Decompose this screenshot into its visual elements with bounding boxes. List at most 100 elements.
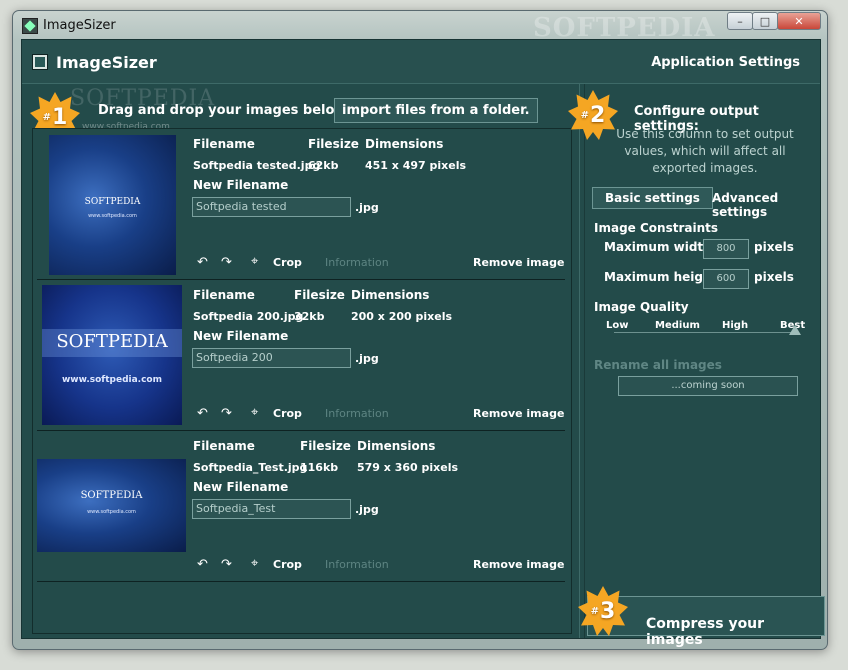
close-button[interactable]: ✕ <box>777 12 821 30</box>
quality-slider-track[interactable] <box>614 332 796 333</box>
maximize-button[interactable]: □ <box>752 12 778 30</box>
step-2-hash: # <box>580 109 590 121</box>
max-width-label: Maximum width <box>604 240 712 254</box>
rename-all-input[interactable]: ...coming soon <box>618 376 798 396</box>
image-item: SOFTPEDIA www.softpedia.com Filename Fil… <box>37 129 565 280</box>
filename-label: Filename <box>193 137 255 151</box>
filesize-value: 116kb <box>300 461 339 474</box>
new-filename-input[interactable]: Softpedia_Test <box>192 499 351 519</box>
step-1-hash: # <box>42 111 52 123</box>
rename-all-label: Rename all images <box>594 358 722 372</box>
step-3-number: 3 <box>600 598 616 624</box>
window: ImageSizer SOFTPEDIA – □ ✕ ImageSizer Ap… <box>12 10 828 650</box>
image-thumbnail: SOFTPEDIA www.softpedia.com <box>49 135 176 275</box>
step-1-number: 1 <box>52 104 68 130</box>
rotate-right-icon[interactable]: ↷ <box>221 557 232 572</box>
filesize-value: 62kb <box>308 159 339 172</box>
crop-button[interactable]: Crop <box>273 407 302 420</box>
rotate-left-icon[interactable]: ↶ <box>197 255 208 270</box>
new-filename-label: New Filename <box>193 329 289 343</box>
filename-value: Softpedia tested.jpg <box>193 159 321 172</box>
crop-button[interactable]: Crop <box>273 256 302 269</box>
thumbnail-url: www.softpedia.com <box>88 213 137 219</box>
thumbnail-logo: SOFTPEDIA <box>80 490 143 501</box>
step-1-instruction: Drag and drop your images below, or <box>98 103 371 118</box>
tab-advanced-settings[interactable]: Advanced settings <box>712 191 820 219</box>
filename-label: Filename <box>193 439 255 453</box>
filename-label: Filename <box>193 288 255 302</box>
filename-value: Softpedia 200.jpg <box>193 310 304 323</box>
step-2-description: Use this column to set output values, wh… <box>616 127 794 175</box>
window-controls: – □ ✕ <box>727 12 821 30</box>
window-title: ImageSizer <box>43 18 116 33</box>
new-filename-input[interactable]: Softpedia 200 <box>192 348 351 368</box>
image-item: SOFTPEDIA www.softpedia.com Filename Fil… <box>37 431 565 582</box>
dimensions-label: Dimensions <box>365 137 444 151</box>
dimensions-value: 200 x 200 pixels <box>351 310 453 323</box>
quality-medium-label: Medium <box>655 320 700 331</box>
rotate-left-icon[interactable]: ↶ <box>197 406 208 421</box>
max-height-input[interactable]: 600 <box>703 269 749 289</box>
application-settings-link[interactable]: Application Settings <box>651 55 800 70</box>
dimensions-value: 579 x 360 pixels <box>357 461 459 474</box>
app-panel: ImageSizer Application Settings SOFTPEDI… <box>21 39 825 648</box>
dimensions-value: 451 x 497 pixels <box>365 159 467 172</box>
information-button[interactable]: Information <box>325 256 389 269</box>
app-title: ImageSizer <box>56 53 157 72</box>
image-list[interactable]: SOFTPEDIA www.softpedia.com Filename Fil… <box>32 128 572 634</box>
file-extension: .jpg <box>355 201 379 214</box>
thumbnail-logo: SOFTPEDIA <box>84 197 141 207</box>
rotate-right-icon[interactable]: ↷ <box>221 406 232 421</box>
crop-button[interactable]: Crop <box>273 558 302 571</box>
filesize-value: 32kb <box>294 310 325 323</box>
dimensions-label: Dimensions <box>351 288 430 302</box>
compress-button-label[interactable]: Compress your images <box>646 616 820 648</box>
step-2-number: 2 <box>590 102 606 128</box>
import-folder-button[interactable]: import files from a folder. <box>334 98 538 123</box>
column-divider-shadow <box>584 84 585 638</box>
new-filename-input[interactable]: Softpedia tested <box>192 197 351 217</box>
quality-slider-thumb[interactable] <box>789 325 801 335</box>
app-window-icon <box>22 18 38 34</box>
information-button[interactable]: Information <box>325 558 389 571</box>
max-width-input[interactable]: 800 <box>703 239 749 259</box>
quality-low-label: Low <box>606 320 629 331</box>
file-extension: .jpg <box>355 352 379 365</box>
max-height-unit: pixels <box>754 270 794 284</box>
image-item: SOFTPEDIA www.softpedia.com Filename Fil… <box>37 280 565 431</box>
remove-image-button[interactable]: Remove image <box>473 558 564 571</box>
image-quality-title: Image Quality <box>594 300 689 314</box>
image-constraints-title: Image Constraints <box>594 221 718 235</box>
max-height-label: Maximum height <box>604 270 718 284</box>
thumbnail-url: www.softpedia.com <box>87 509 136 515</box>
quality-high-label: High <box>722 320 749 331</box>
filename-value: Softpedia_Test.jpg <box>193 461 308 474</box>
information-button[interactable]: Information <box>325 407 389 420</box>
thumbnail-logo: SOFTPEDIA <box>56 331 168 352</box>
app-header: ImageSizer Application Settings <box>22 40 820 84</box>
file-extension: .jpg <box>355 503 379 516</box>
dimensions-label: Dimensions <box>357 439 436 453</box>
thumbnail-url: www.softpedia.com <box>61 375 162 385</box>
crop-icon[interactable]: ⌖ <box>251 556 258 571</box>
filesize-label: Filesize <box>308 137 359 151</box>
remove-image-button[interactable]: Remove image <box>473 256 564 269</box>
remove-image-button[interactable]: Remove image <box>473 407 564 420</box>
title-bar[interactable]: ImageSizer SOFTPEDIA – □ ✕ <box>13 11 827 43</box>
new-filename-label: New Filename <box>193 178 289 192</box>
app-logo-icon <box>32 54 48 70</box>
image-thumbnail: SOFTPEDIA www.softpedia.com <box>42 285 182 425</box>
step-3-hash: # <box>590 605 600 617</box>
rotate-left-icon[interactable]: ↶ <box>197 557 208 572</box>
filesize-label: Filesize <box>294 288 345 302</box>
max-width-unit: pixels <box>754 240 794 254</box>
rotate-right-icon[interactable]: ↷ <box>221 255 232 270</box>
tab-basic-settings[interactable]: Basic settings <box>592 187 713 209</box>
new-filename-label: New Filename <box>193 480 289 494</box>
image-thumbnail: SOFTPEDIA www.softpedia.com <box>37 459 186 552</box>
column-divider <box>579 84 580 638</box>
crop-icon[interactable]: ⌖ <box>251 254 258 269</box>
minimize-button[interactable]: – <box>727 12 753 30</box>
filesize-label: Filesize <box>300 439 351 453</box>
crop-icon[interactable]: ⌖ <box>251 405 258 420</box>
